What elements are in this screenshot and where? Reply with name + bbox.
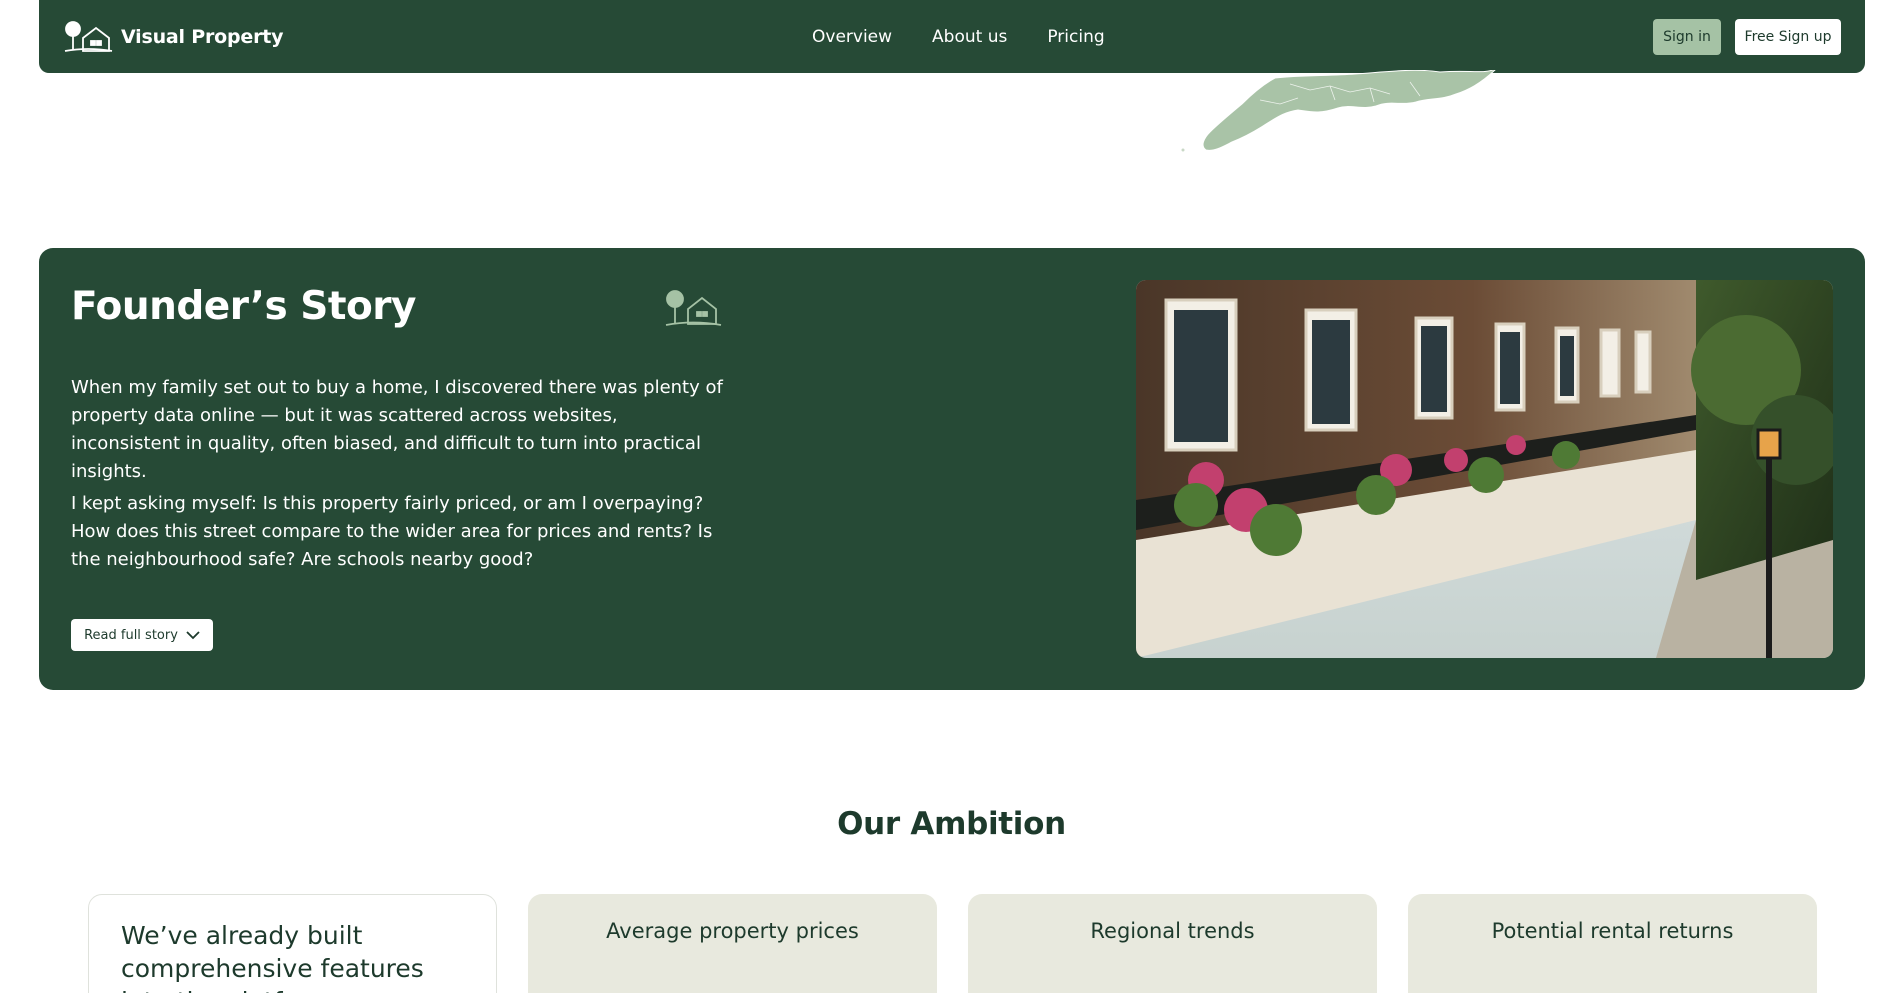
feature-card-regional-trends[interactable]: Regional trends xyxy=(968,894,1377,993)
primary-nav: Overview About us Pricing xyxy=(812,0,1105,73)
feature-card-title: Potential rental returns xyxy=(1491,919,1734,943)
brand-link[interactable]: Visual Property xyxy=(63,20,284,54)
chevron-down-icon xyxy=(186,630,200,639)
founder-story-paragraph: I kept asking myself: Is this property f… xyxy=(71,493,713,570)
read-full-story-label: Read full story xyxy=(84,627,178,643)
nav-link-about-us[interactable]: About us xyxy=(932,27,1007,47)
tree-house-logo-icon xyxy=(665,290,722,326)
feature-card-average-prices[interactable]: Average property prices xyxy=(528,894,937,993)
nav-link-pricing[interactable]: Pricing xyxy=(1047,27,1104,47)
sign-in-button[interactable]: Sign in xyxy=(1653,19,1721,55)
founder-story-section: Founder’s Story When my family set out t… xyxy=(39,248,1865,690)
nav-link-overview[interactable]: Overview xyxy=(812,27,892,47)
feature-card-title: Regional trends xyxy=(1090,919,1255,943)
our-ambition-title: Our Ambition xyxy=(837,806,1066,842)
free-sign-up-button[interactable]: Free Sign up xyxy=(1735,19,1841,55)
uk-map-fragment xyxy=(1181,70,1496,152)
ambition-intro-card: We’ve already built comprehensive featur… xyxy=(88,894,497,993)
tree-house-logo-icon xyxy=(64,21,113,52)
founder-story-title: Founder’s Story xyxy=(71,284,416,329)
ambition-intro-text: We’ve already built comprehensive featur… xyxy=(121,921,424,993)
brand-name: Visual Property xyxy=(121,26,284,48)
founder-story-paragraph: When my family set out to buy a home, I … xyxy=(71,377,723,482)
top-navbar: Visual Property Overview About us Pricin… xyxy=(39,0,1865,73)
feature-card-rental-returns[interactable]: Potential rental returns xyxy=(1408,894,1817,993)
read-full-story-button[interactable]: Read full story xyxy=(71,619,213,651)
terrace-street-photo xyxy=(1136,280,1833,658)
feature-card-title: Average property prices xyxy=(606,919,859,943)
